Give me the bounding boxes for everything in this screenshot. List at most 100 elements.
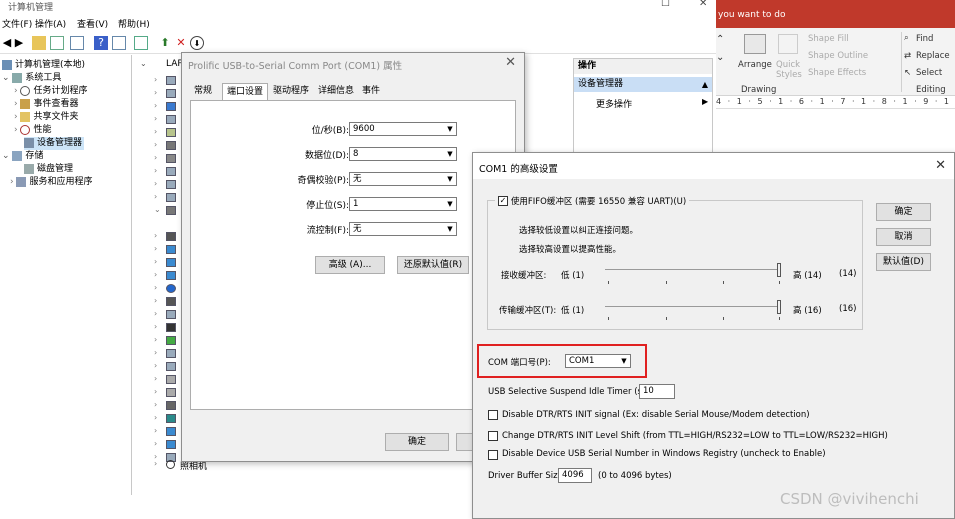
device-category[interactable]: › bbox=[154, 114, 184, 126]
view-icon[interactable] bbox=[112, 36, 126, 50]
device-category[interactable]: › bbox=[154, 179, 184, 191]
device-category[interactable]: › bbox=[154, 426, 184, 438]
actions-device-manager[interactable]: 设备管理器 ▲ bbox=[574, 77, 712, 92]
fifo-option[interactable]: ✓ 使用FIFO缓冲区 (需要 16550 兼容 UART)(U) bbox=[495, 195, 690, 207]
disable-serial-number-checkbox[interactable] bbox=[488, 450, 498, 460]
menu-file[interactable]: 文件(F) bbox=[2, 17, 32, 30]
device-category[interactable]: › bbox=[154, 127, 184, 139]
fifo-checkbox[interactable]: ✓ bbox=[498, 196, 508, 206]
tab-port-settings[interactable]: 端口设置 bbox=[222, 83, 269, 100]
tree-item-disk-management[interactable]: 磁盘管理 bbox=[24, 163, 73, 176]
quick-styles-button[interactable]: Quick Styles bbox=[776, 60, 802, 80]
close-icon[interactable]: ✕ bbox=[505, 55, 516, 70]
device-category[interactable]: › bbox=[154, 257, 184, 269]
properties-icon[interactable] bbox=[70, 36, 84, 50]
tx-buffer-slider[interactable] bbox=[605, 306, 781, 307]
find-button[interactable]: Find bbox=[916, 34, 933, 44]
expand-icon[interactable]: ⌄ bbox=[140, 59, 147, 68]
tab-details[interactable]: 详细信息 bbox=[314, 83, 358, 100]
tree-item-performance[interactable]: › 性能 bbox=[14, 124, 51, 137]
close-icon[interactable]: ✕ bbox=[935, 158, 946, 173]
arrange-button[interactable]: Arrange bbox=[738, 60, 772, 70]
ok-button[interactable]: 确定 bbox=[876, 203, 931, 221]
menu-help[interactable]: 帮助(H) bbox=[118, 17, 150, 30]
collapse-arrow-icon[interactable]: ▲ bbox=[702, 77, 708, 92]
device-category[interactable]: › bbox=[154, 322, 184, 334]
scan-hardware-icon[interactable] bbox=[134, 36, 148, 50]
device-category[interactable]: › bbox=[154, 88, 184, 100]
ribbon-scroll-icon[interactable]: ⌃ bbox=[716, 34, 724, 45]
select-icon[interactable]: ↖ bbox=[904, 68, 911, 78]
tree-item-task-scheduler[interactable]: › 任务计划程序 bbox=[14, 85, 87, 98]
tab-general[interactable]: 常规 bbox=[190, 83, 216, 100]
show-tree-icon[interactable] bbox=[50, 36, 64, 50]
device-category[interactable]: › bbox=[154, 348, 184, 360]
device-category[interactable]: › bbox=[154, 335, 184, 347]
rx-buffer-slider[interactable] bbox=[605, 269, 781, 270]
device-category[interactable]: › bbox=[154, 374, 184, 386]
menu-view[interactable]: 查看(V) bbox=[77, 17, 108, 30]
device-category[interactable]: › bbox=[154, 400, 184, 412]
forward-icon[interactable]: ▶ bbox=[12, 36, 26, 50]
device-category[interactable]: › bbox=[154, 413, 184, 425]
replace-button[interactable]: Replace bbox=[916, 51, 950, 61]
suspend-timer-input[interactable]: 10 bbox=[639, 384, 675, 399]
ok-button[interactable]: 确定 bbox=[385, 433, 449, 451]
device-category[interactable]: › bbox=[154, 101, 184, 113]
device-category[interactable]: › bbox=[154, 75, 184, 87]
device-category[interactable]: › bbox=[154, 270, 184, 282]
tab-driver[interactable]: 驱动程序 bbox=[269, 83, 313, 100]
cancel-button[interactable]: 取消 bbox=[876, 228, 931, 246]
device-category[interactable]: › bbox=[154, 296, 184, 308]
find-icon[interactable]: ⌕ bbox=[904, 33, 909, 43]
com-port-dropdown[interactable]: COM1 ▼ bbox=[565, 354, 631, 368]
tree-item-device-manager[interactable]: 设备管理器 bbox=[24, 137, 85, 150]
update-driver-icon[interactable]: ⬆ bbox=[158, 36, 172, 50]
close-icon[interactable]: ✕ bbox=[699, 0, 707, 9]
stop-bits-dropdown[interactable]: 1 ▼ bbox=[349, 197, 457, 211]
device-category[interactable]: › bbox=[154, 387, 184, 399]
more-actions[interactable]: 更多操作 bbox=[596, 97, 632, 110]
device-category[interactable]: › bbox=[154, 309, 184, 321]
device-category[interactable]: › bbox=[154, 361, 184, 373]
shape-fill-button[interactable]: Shape Fill bbox=[808, 34, 849, 44]
device-category[interactable]: › bbox=[154, 192, 184, 204]
shape-outline-button[interactable]: Shape Outline bbox=[808, 51, 868, 61]
tree-item-services-apps[interactable]: › 服务和应用程序 bbox=[10, 176, 92, 189]
maximize-icon[interactable]: ☐ bbox=[661, 0, 670, 9]
advanced-button[interactable]: 高级 (A)... bbox=[315, 256, 385, 274]
device-category[interactable]: › bbox=[154, 153, 184, 165]
device-category[interactable]: ⌄ bbox=[154, 205, 184, 217]
device-category[interactable]: › bbox=[154, 231, 184, 243]
restore-defaults-button[interactable]: 还原默认值(R) bbox=[397, 256, 469, 274]
defaults-button[interactable]: 默认值(D) bbox=[876, 253, 931, 271]
tree-item-computer-management[interactable]: 计算机管理(本地) bbox=[2, 59, 85, 72]
disable-device-icon[interactable]: ⬇ bbox=[190, 36, 204, 50]
tell-me-text[interactable]: you want to do bbox=[718, 10, 785, 20]
quick-styles-icon[interactable] bbox=[778, 34, 798, 54]
device-category[interactable]: › bbox=[154, 439, 184, 451]
device-category[interactable]: › bbox=[154, 166, 184, 178]
tab-events[interactable]: 事件 bbox=[358, 83, 384, 100]
folder-up-icon[interactable] bbox=[32, 36, 46, 50]
tree-item-storage[interactable]: ⌄ 存储 bbox=[2, 150, 43, 163]
uninstall-icon[interactable]: ✕ bbox=[174, 36, 188, 50]
disable-dtr-rts-checkbox[interactable] bbox=[488, 410, 498, 420]
shape-effects-button[interactable]: Shape Effects bbox=[808, 68, 866, 78]
tx-slider-thumb[interactable] bbox=[777, 300, 781, 314]
ribbon-scroll-icon[interactable]: ⌄ bbox=[716, 52, 724, 63]
parity-dropdown[interactable]: 无 ▼ bbox=[349, 172, 457, 186]
rx-slider-thumb[interactable] bbox=[777, 263, 781, 277]
data-bits-dropdown[interactable]: 8 ▼ bbox=[349, 147, 457, 161]
tree-item-event-viewer[interactable]: › 事件查看器 bbox=[14, 98, 78, 111]
device-category[interactable]: › bbox=[154, 140, 184, 152]
menu-action[interactable]: 操作(A) bbox=[35, 17, 66, 30]
select-button[interactable]: Select bbox=[916, 68, 942, 78]
device-category[interactable]: › bbox=[154, 244, 184, 256]
tree-item-system-tools[interactable]: ⌄ 系统工具 bbox=[2, 72, 61, 85]
level-shift-checkbox[interactable] bbox=[488, 431, 498, 441]
device-category[interactable]: › bbox=[154, 283, 184, 295]
help-icon[interactable]: ? bbox=[94, 36, 108, 50]
replace-icon[interactable]: ⇄ bbox=[904, 51, 911, 61]
baud-dropdown[interactable]: 9600 ▼ bbox=[349, 122, 457, 136]
